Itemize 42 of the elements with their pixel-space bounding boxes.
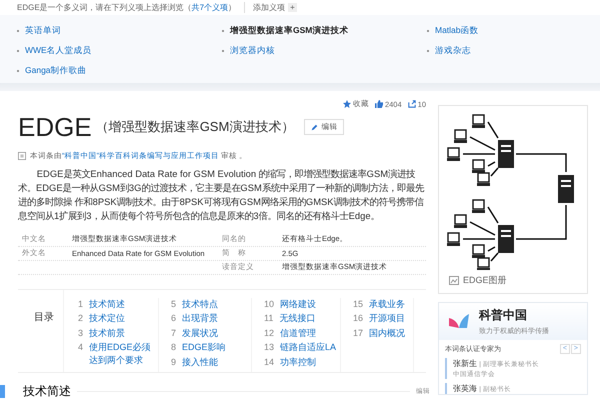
disambiguation-notice: EDGE是一个多义词，请在下列义项上选择浏览（共7个义项）: [17, 2, 236, 13]
butterfly-logo-icon: [449, 314, 469, 330]
toc-link[interactable]: 3 技术前景: [78, 326, 158, 340]
toc-link[interactable]: 4 使用EDGE必须达到两个要求: [78, 341, 158, 366]
toc-link[interactable]: 13 链路自适应LA: [264, 341, 340, 354]
toc-link[interactable]: 17 国内概况: [353, 326, 413, 340]
sense-link[interactable]: WWE名人堂成员: [17, 45, 92, 55]
picture-icon: [449, 276, 459, 285]
toc-link[interactable]: 14 功率控制: [264, 356, 340, 368]
toc-link[interactable]: 8 EDGE影响: [171, 341, 251, 354]
toc-link[interactable]: 1 技术简述: [78, 298, 158, 310]
thumbs-up-icon: [374, 100, 383, 108]
section-marker: [0, 385, 5, 398]
add-sense-button[interactable]: 添加义项 +: [244, 2, 297, 13]
toc-title: 目录: [18, 290, 64, 372]
star-icon: [342, 100, 351, 108]
toc-link[interactable]: 16 开源项目: [353, 312, 413, 325]
toc-link[interactable]: 15 承载业务: [353, 298, 413, 310]
toc-link[interactable]: 2 技术定位: [78, 312, 158, 325]
page-subtitle: （增强型数据速率GSM演进技术）: [96, 118, 294, 136]
sense-link[interactable]: 英语单词: [17, 25, 61, 35]
sense-link[interactable]: 增强型数据速率GSM演进技术: [222, 25, 348, 35]
sense-link[interactable]: Matlab函数: [427, 25, 479, 35]
pencil-icon: [311, 124, 318, 131]
toc-link[interactable]: 7 发展状况: [171, 326, 251, 340]
share-icon: [408, 100, 416, 108]
toc-link[interactable]: 9 接入性能: [171, 356, 251, 368]
toc-link[interactable]: 5 技术特点: [171, 298, 251, 310]
summary-paragraph: EDGE是英文Enhanced Data Rate for GSM Evolution 的缩写，即增强型数据速率GSM演进技术。EDGE是一种从GSM到3G的过渡技术，它主要是在GSM系统中采用了一种新的调制方法，即最先进的多时隙操 作和8PSK调制技术。由于8PSK可将现有GSM网络采用的GMSK调制技术的符号携带信息空间从1扩展到3，从而使每个符号所包含的信息是原来的3倍。同名的还有格斗士Edge。: [18, 166, 426, 223]
sense-link[interactable]: Ganga制作歌曲: [17, 65, 87, 75]
partner-name: 科普中国: [479, 307, 528, 324]
toc-link[interactable]: 6 出现背景: [171, 312, 251, 325]
section-title: 技术简述: [23, 383, 71, 400]
document-icon: [18, 152, 26, 160]
album-link[interactable]: EDGE图册: [449, 274, 583, 287]
page-title: EDGE: [18, 112, 92, 143]
sense-link[interactable]: 浏览器内核: [222, 45, 275, 55]
toc-link[interactable]: 11 无线接口: [264, 312, 340, 325]
sense-link[interactable]: 游戏杂志: [427, 45, 471, 55]
toc-link[interactable]: 10 网络建设: [264, 298, 340, 310]
toc-link[interactable]: 12 信道管理: [264, 326, 340, 340]
sense-count-link[interactable]: 共7个义项: [192, 3, 228, 12]
